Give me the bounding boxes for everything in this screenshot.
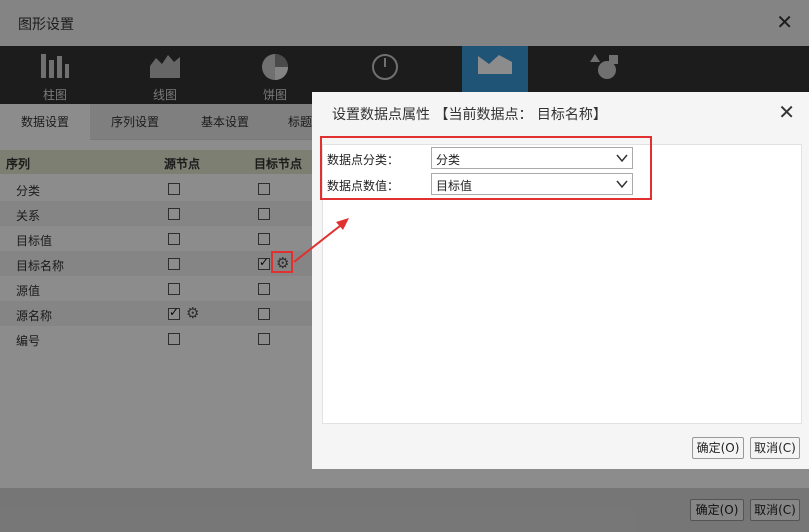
- inner-cancel-button[interactable]: 取消(C): [750, 437, 800, 459]
- inner-close-icon[interactable]: ✕: [778, 100, 795, 124]
- fields-highlight-box: [320, 136, 652, 200]
- inner-title-bar: 设置数据点属性 【当前数据点： 目标名称】 ✕: [312, 92, 809, 134]
- gear-highlight-box: [271, 251, 293, 273]
- inner-dialog-title: 设置数据点属性 【当前数据点： 目标名称】: [332, 107, 607, 123]
- inner-ok-button[interactable]: 确定(O): [692, 437, 744, 459]
